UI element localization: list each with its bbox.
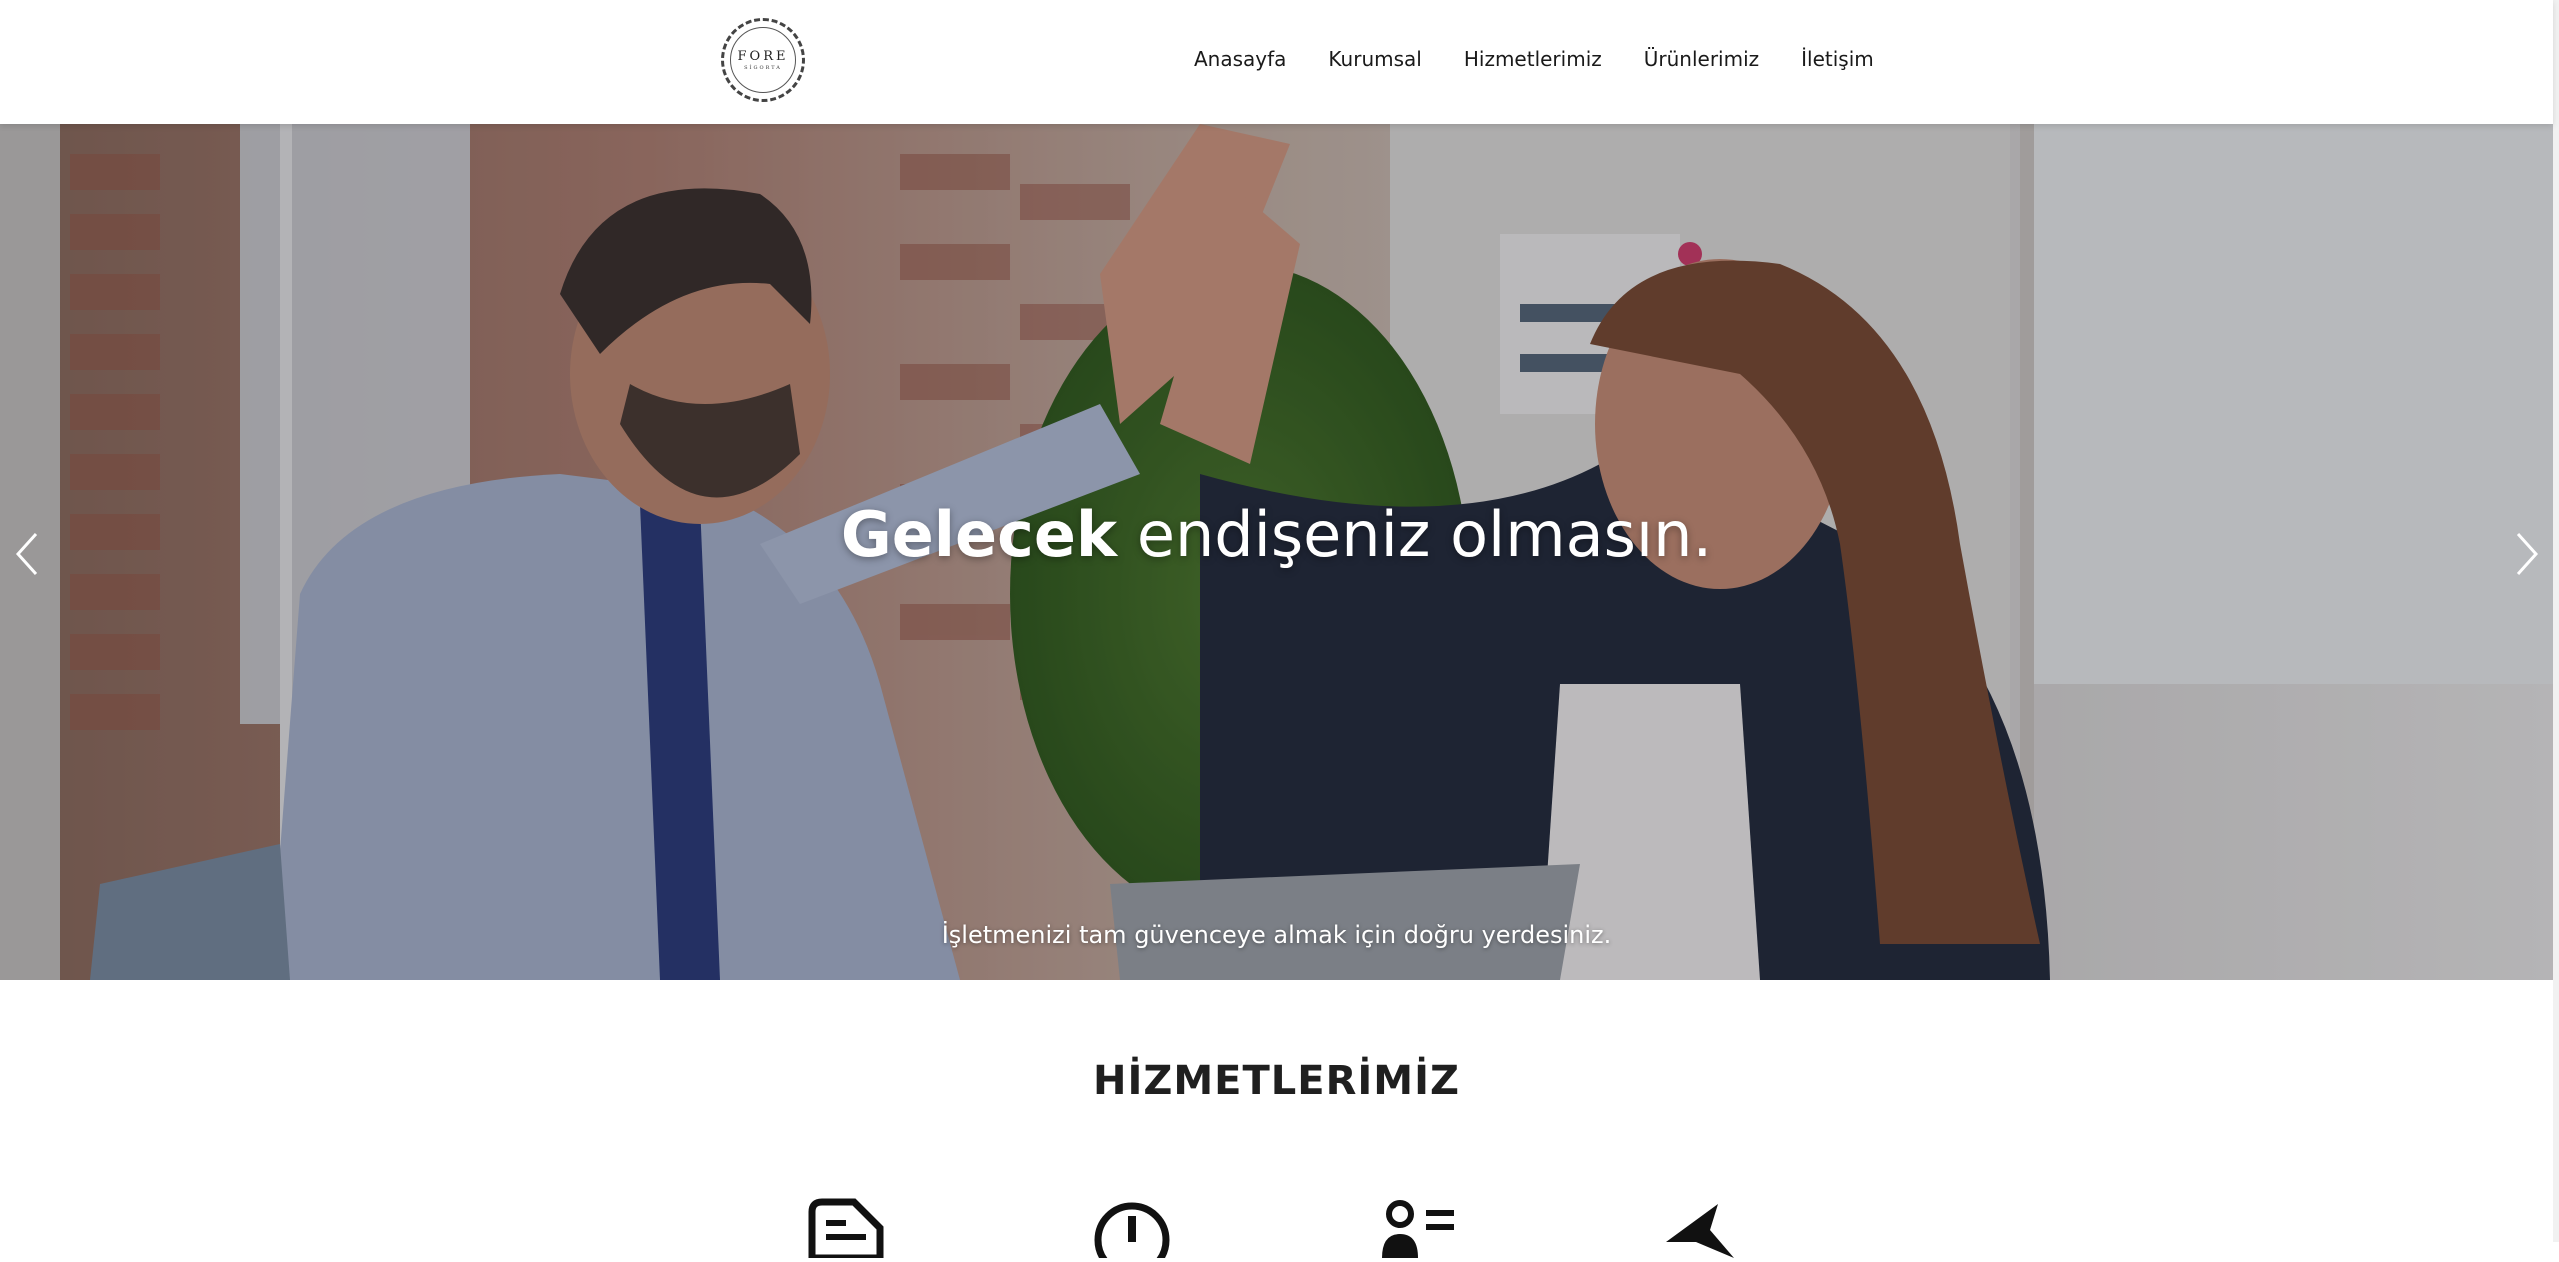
hero-subtitle: İşletmenizi tam güvenceye almak için doğ… — [941, 921, 1612, 949]
main-nav: Anasayfa Kurumsal Hizmetlerimiz Ürünleri… — [1194, 47, 1874, 71]
hero-title-rest: endişeniz olmasın. — [1117, 498, 1713, 571]
site-header: FORE SİGORTA Anasayfa Kurumsal Hizmetler… — [0, 0, 2553, 124]
hero-carousel: Gelecek endişeniz olmasın. İşletmenizi t… — [0, 124, 2553, 980]
carousel-prev-button[interactable] — [6, 524, 46, 584]
page-scrollbar[interactable] — [2553, 0, 2559, 1242]
user-list-icon[interactable] — [1378, 1198, 1458, 1258]
nav-item-urunlerimiz[interactable]: Ürünlerimiz — [1644, 47, 1759, 71]
send-icon[interactable] — [1660, 1198, 1740, 1258]
brand-logo-subtext: SİGORTA — [744, 64, 782, 71]
nav-item-iletisim[interactable]: İletişim — [1801, 47, 1874, 71]
chevron-left-icon — [15, 532, 38, 576]
hero-title: Gelecek endişeniz olmasın. — [0, 504, 2553, 566]
nav-item-kurumsal[interactable]: Kurumsal — [1328, 47, 1421, 71]
nav-item-anasayfa[interactable]: Anasayfa — [1194, 47, 1286, 71]
document-icon[interactable] — [808, 1198, 888, 1262]
carousel-next-button[interactable] — [2508, 524, 2548, 584]
clock-icon[interactable] — [1092, 1198, 1172, 1262]
nav-item-hizmetlerimiz[interactable]: Hizmetlerimiz — [1464, 47, 1602, 71]
brand-logo[interactable]: FORE SİGORTA — [721, 18, 805, 102]
services-heading: HİZMETLERİMİZ — [1093, 1058, 1460, 1104]
hero-title-bold: Gelecek — [840, 498, 1118, 571]
chevron-right-icon — [2516, 532, 2539, 576]
brand-logo-inner: FORE SİGORTA — [730, 27, 796, 93]
brand-logo-text: FORE — [737, 48, 789, 64]
